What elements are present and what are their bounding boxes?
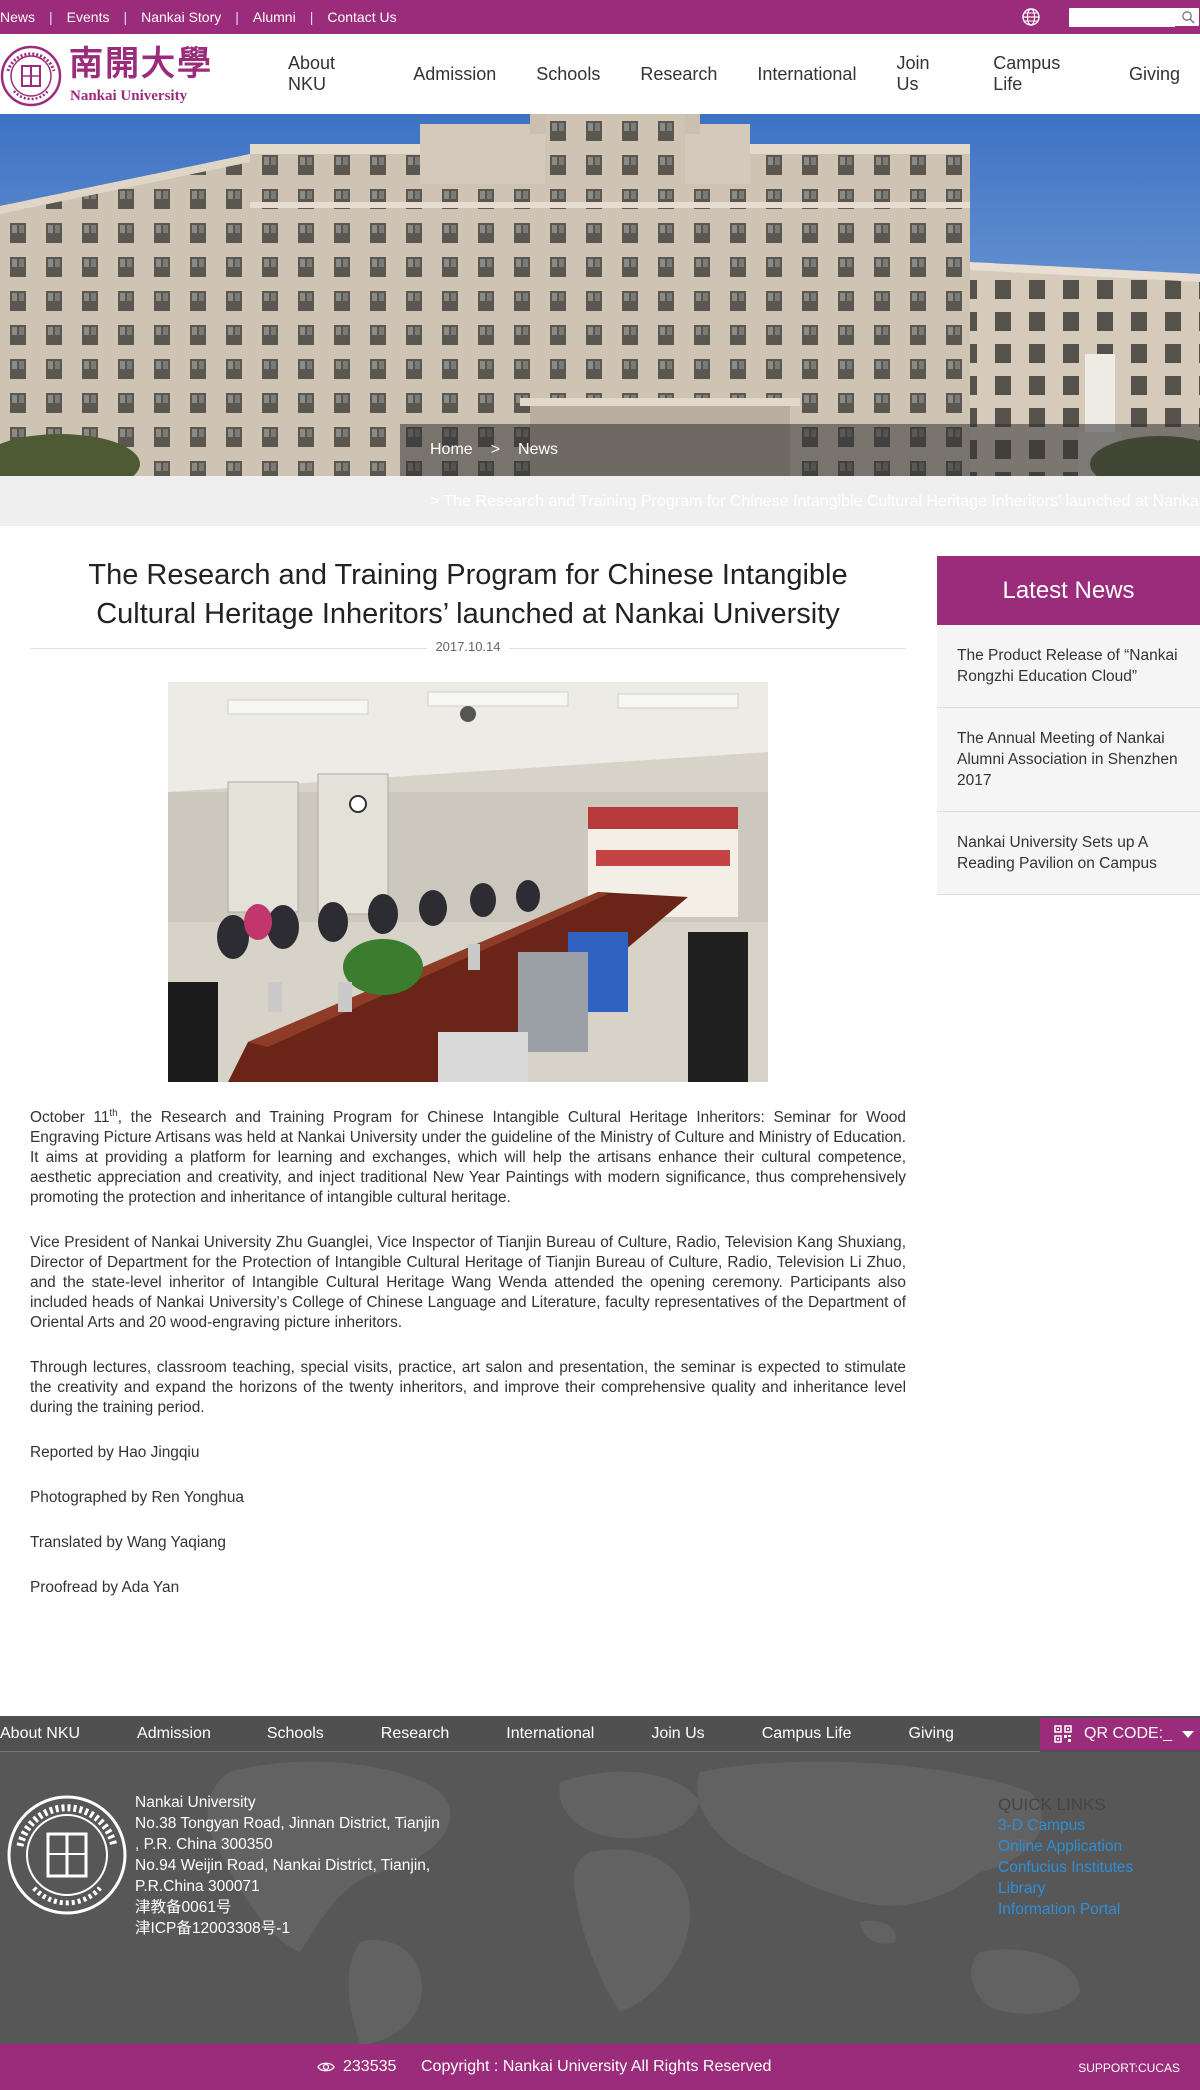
article-date: 2017.10.14 [427,639,509,654]
quick-link-information-portal[interactable]: Information Portal [998,1899,1133,1920]
address-line: No.38 Tongyan Road, Jinnan District, Tia… [135,1815,440,1832]
article-paragraph-2: Vice President of Nankai University Zhu … [30,1234,906,1331]
copyright-bar: 233535 Copyright : Nankai University All… [0,2044,1200,2090]
list-item: Nankai University Sets up A Reading Pavi… [937,812,1200,895]
footer-nav-research[interactable]: Research [381,1725,449,1743]
nav-schools[interactable]: Schools [516,64,620,85]
article-paragraph-3: Through lectures, classroom teaching, sp… [30,1359,906,1416]
address-line: Nankai University [135,1794,256,1811]
main-navigation: About NKU Admission Schools Research Int… [268,34,1200,114]
logo-english-name[interactable]: Nankai University [70,88,187,105]
breadcrumb-home[interactable]: Home [430,441,473,459]
main-building-image [0,114,1200,476]
article: The Research and Training Program for Ch… [30,556,906,1623]
qr-code-dropdown[interactable]: QR CODE:_ [1040,1718,1200,1750]
breadcrumb: Home > News [400,424,1200,476]
nav-campus-life[interactable]: Campus Life [973,53,1109,95]
quick-link-library[interactable]: Library [998,1878,1133,1899]
breadcrumb-separator: > [490,441,501,458]
latest-news-list: The Product Release of “Nankai Rongzhi E… [937,625,1200,895]
top-bar: News | Events | Nankai Story | Alumni | … [0,0,1200,34]
nav-giving[interactable]: Giving [1109,64,1200,85]
latest-news-link[interactable]: Nankai University Sets up A Reading Pavi… [957,832,1180,874]
article-paragraph: October 11th, the Research and Training … [30,1108,906,1208]
article-credit-reported: Reported by Hao Jingqiu [30,1444,200,1461]
footer-nav-campus-life[interactable]: Campus Life [762,1725,852,1743]
scrolling-title-text: > The Research and Training Program for … [430,493,1200,510]
article-date-row: 2017.10.14 [30,638,906,662]
top-link-nankai-story[interactable]: Nankai Story [141,9,221,25]
site-footer: Nankai University No.38 Tongyan Road, Ji… [0,1752,1200,2044]
article-title: The Research and Training Program for Ch… [88,559,848,630]
nav-international[interactable]: International [737,64,876,85]
breadcrumb-news[interactable]: News [518,441,558,459]
list-item: The Product Release of “Nankai Rongzhi E… [937,625,1200,708]
footer-address: Nankai University No.38 Tongyan Road, Ji… [135,1792,440,1939]
footer-nav-international[interactable]: International [506,1725,594,1743]
nav-join-us[interactable]: Join Us [876,53,973,95]
site-header: 南開大學 Nankai University About NKU Admissi… [0,34,1200,114]
divider: | [49,9,53,25]
article-credit-proofread: Proofread by Ada Yan [30,1579,180,1596]
ordinal-suffix: th [109,1107,118,1119]
top-link-news[interactable]: News [0,9,35,25]
divider: | [309,9,314,25]
campus-banner: Home > News [0,114,1200,476]
search-icon[interactable] [1181,10,1195,24]
nav-research[interactable]: Research [620,64,737,85]
latest-news-heading: Latest News [937,556,1200,625]
logo-chinese-name[interactable]: 南開大學 [69,44,213,84]
search-input[interactable] [1069,9,1175,27]
globe-icon[interactable] [1021,7,1041,27]
eye-icon [317,2062,335,2072]
nav-about-nku[interactable]: About NKU [268,53,393,95]
copyright-text: Copyright : Nankai University All Rights… [421,2058,772,2075]
footer-nav-schools[interactable]: Schools [267,1725,324,1743]
footer-nav-about-nku[interactable]: About NKU [0,1725,80,1743]
article-credit-photographed: Photographed by Ren Yonghua [30,1489,244,1506]
address-line: 津教备0061号 [135,1899,232,1916]
qr-code-label: QR CODE:_ [1084,1725,1173,1742]
address-line: , P.R. China 300350 [135,1836,273,1853]
footer-nav-join-us[interactable]: Join Us [651,1725,704,1743]
university-seal-logo[interactable] [0,45,62,107]
footer-nav-links: About NKU Admission Schools Research Int… [0,1716,954,1752]
chevron-down-icon [1182,1730,1194,1738]
address-line: No.94 Weijin Road, Nankai District, Tian… [135,1857,431,1874]
visit-counter: 233535 [343,2058,397,2075]
university-seal-logo [7,1795,127,1915]
article-photo [168,682,768,1082]
quick-link-3d-campus[interactable]: 3-D Campus [998,1815,1133,1836]
quick-links: QUICK LINKS 3-D Campus Online Applicatio… [998,1794,1133,1920]
qr-code-icon [1054,1725,1072,1743]
footer-nav-admission[interactable]: Admission [137,1725,211,1743]
footer-nav-giving[interactable]: Giving [909,1725,954,1743]
article-paragraph-1-rest: , the Research and Training Program for … [30,1109,906,1206]
nav-admission[interactable]: Admission [393,64,516,85]
top-link-contact-us[interactable]: Contact Us [327,9,396,25]
address-line: P.R.China 300071 [135,1878,260,1895]
top-link-events[interactable]: Events [67,9,110,25]
list-item: The Annual Meeting of Nankai Alumni Asso… [937,708,1200,812]
quick-link-confucius-institutes[interactable]: Confucius Institutes [998,1857,1133,1878]
article-credit-translated: Translated by Wang Yaqiang [30,1534,226,1551]
search-box [1069,8,1199,27]
latest-news-link[interactable]: The Product Release of “Nankai Rongzhi E… [957,645,1180,687]
latest-news-sidebar: Latest News The Product Release of “Nank… [937,556,1200,895]
top-link-alumni[interactable]: Alumni [253,9,296,25]
address-line: 津ICP备12003308号-1 [135,1920,291,1937]
divider: | [123,9,128,25]
support-credit: SUPPORT:CUCAS [1078,2061,1180,2075]
article-body: October 11th, the Research and Training … [30,1108,906,1598]
quick-links-heading: QUICK LINKS [998,1795,1106,1814]
top-links: News | Events | Nankai Story | Alumni | … [0,0,397,34]
meeting-room-photo [168,682,768,1082]
divider: | [235,9,239,25]
latest-news-link[interactable]: The Annual Meeting of Nankai Alumni Asso… [957,728,1180,791]
article-paragraph-1-start: October 11 [30,1109,110,1126]
quick-link-online-application[interactable]: Online Application [998,1836,1133,1857]
scrolling-title-bar: > The Research and Training Program for … [0,476,1200,526]
footer-navigation: About NKU Admission Schools Research Int… [0,1716,1200,1752]
